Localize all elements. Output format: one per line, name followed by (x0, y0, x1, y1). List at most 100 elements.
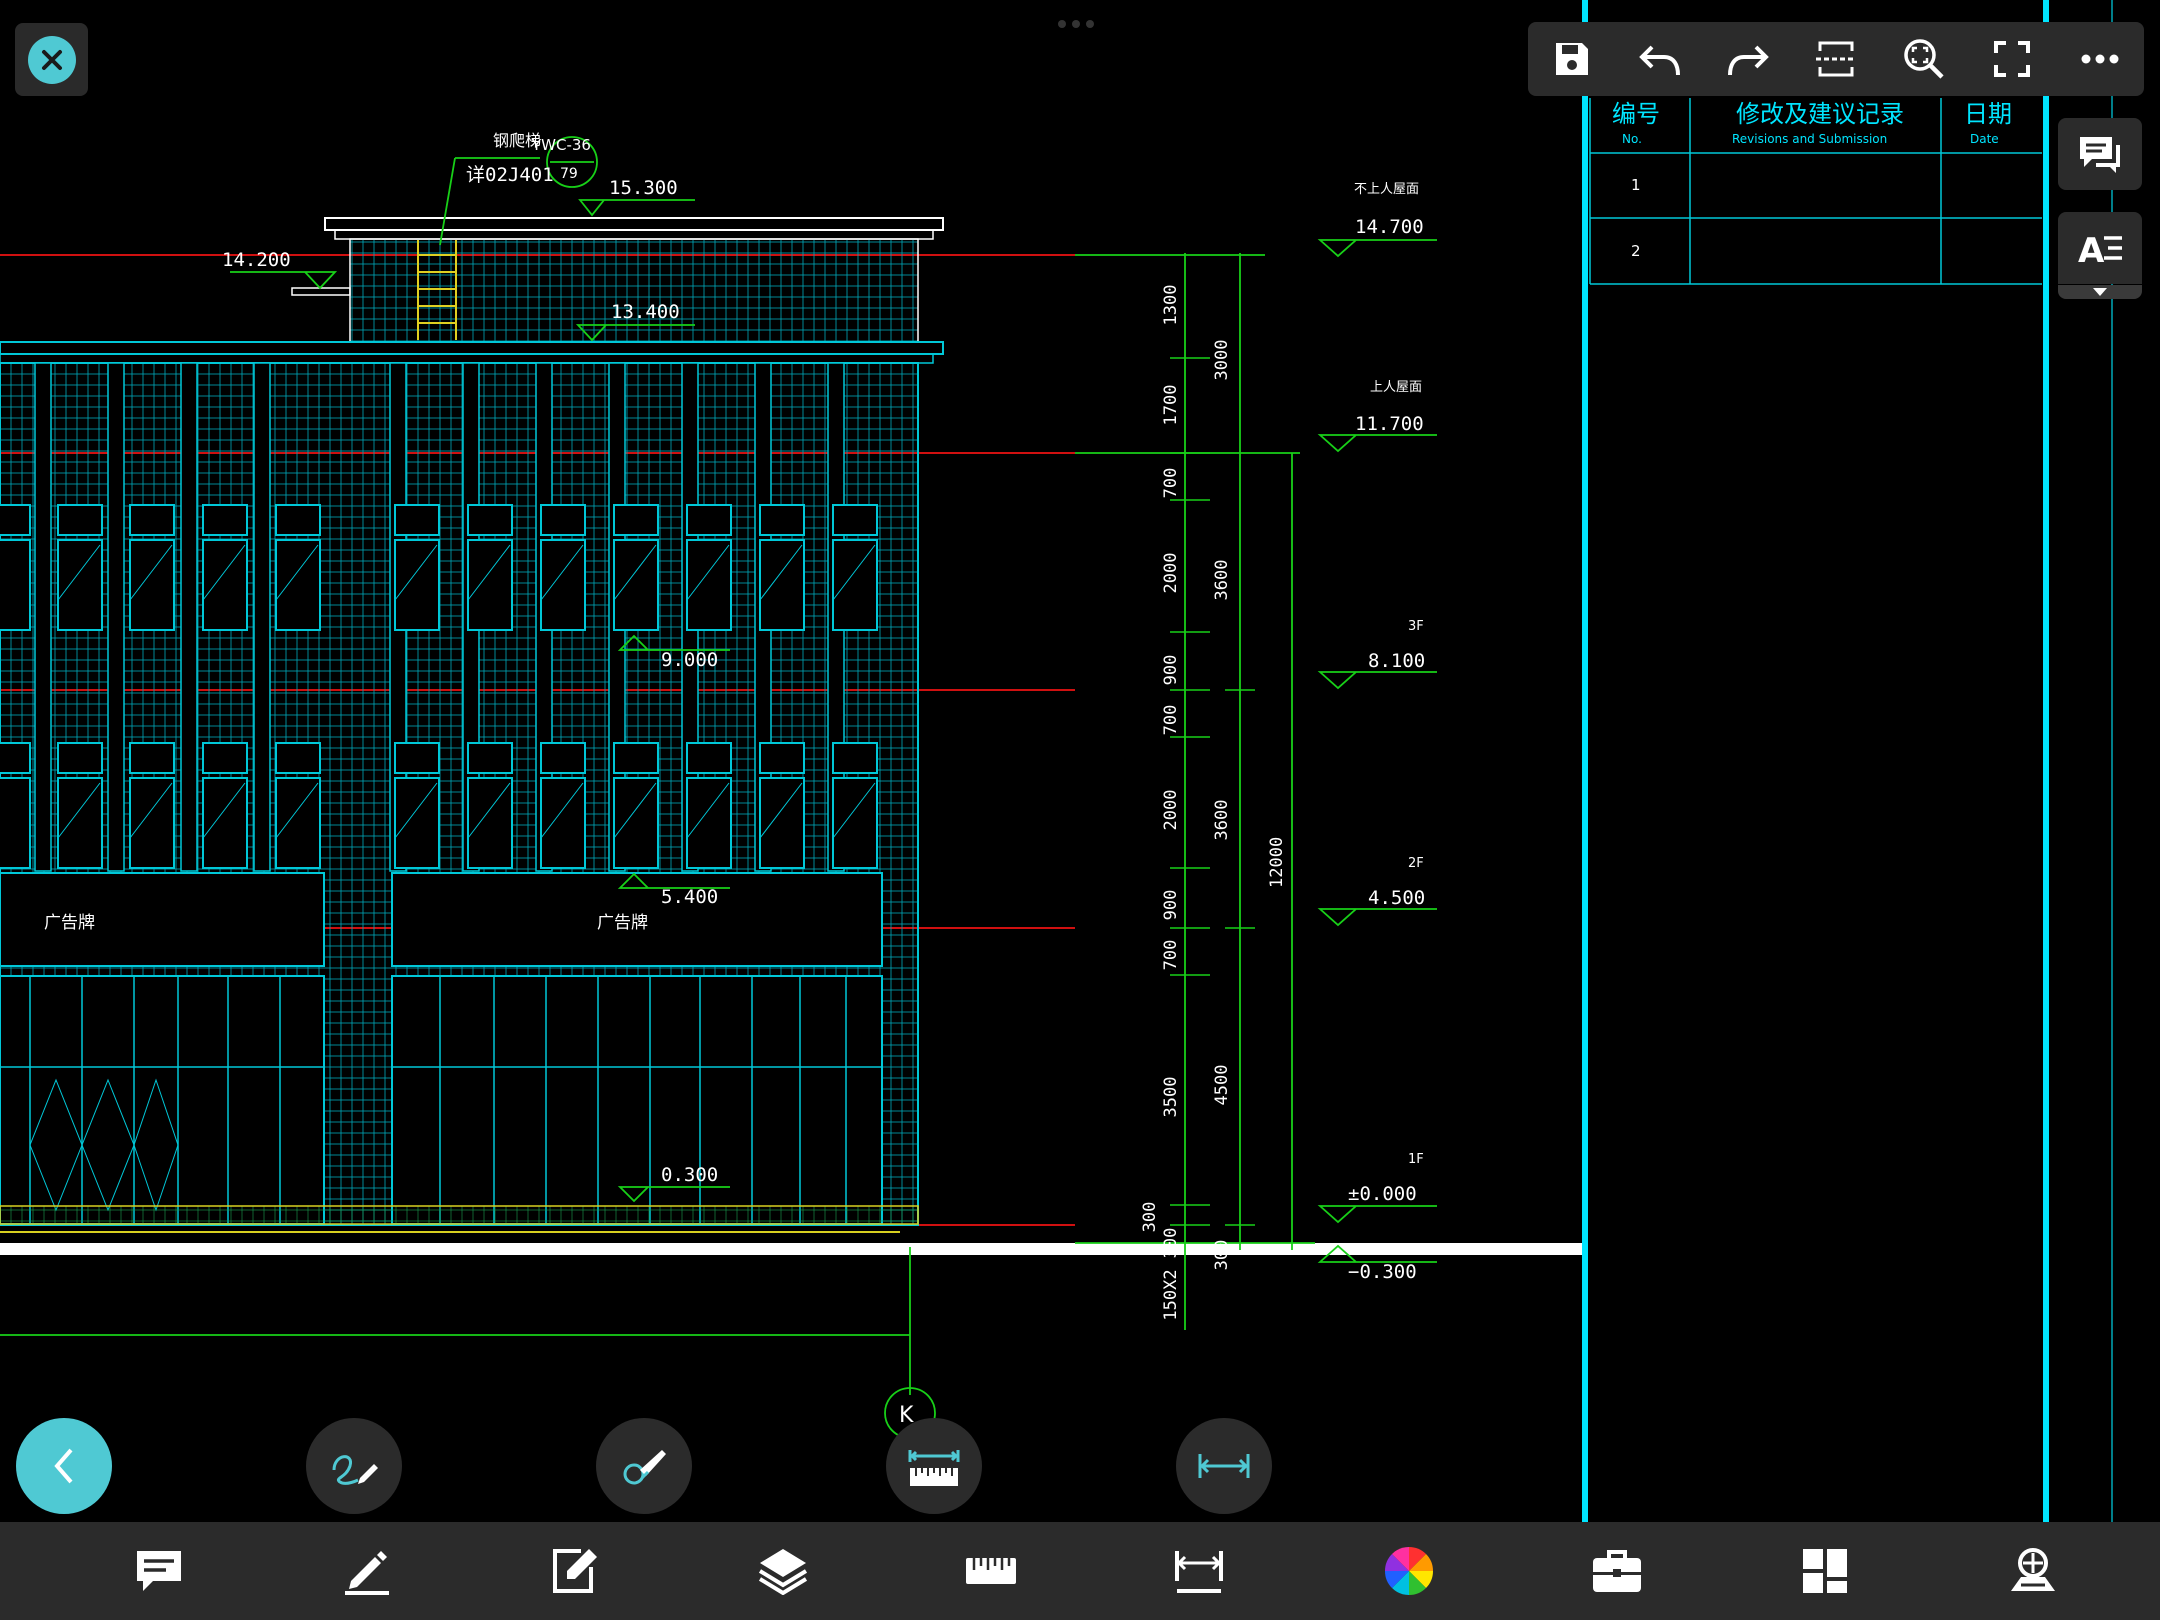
label-billboard-left: 广告牌 (44, 913, 95, 933)
dim-left-label: 1300 (1161, 285, 1181, 326)
dimension-icon (1198, 1454, 1250, 1478)
rev-col-rev: 修改及建议记录 (1736, 100, 1904, 128)
dimension-column-left: 1300 1700 700 2000 900 700 2000 900 700 3500 30030… (1140, 285, 1181, 1321)
dim-total: 12000 (1267, 837, 1287, 888)
dim-left-label: 900 (1161, 890, 1181, 921)
elev-14700: 14.700 (1355, 216, 1424, 238)
sketch-button[interactable] (306, 1418, 402, 1514)
bottom-toolbox-button[interactable] (1582, 1536, 1652, 1606)
close-button[interactable] (15, 23, 88, 96)
label-billboard-right: 广告牌 (597, 913, 648, 933)
label-no-roof: 不上人屋面 (1354, 182, 1419, 197)
view-icon (2011, 1548, 2055, 1591)
elev-4500: 4.500 (1368, 887, 1425, 909)
dimension-button[interactable] (1176, 1418, 1272, 1514)
top-toolbar (1528, 22, 2144, 96)
dim-left-label: 700 (1161, 940, 1181, 971)
drag-handle[interactable] (1058, 20, 1100, 30)
elev-ground: 0.300 (661, 1164, 718, 1186)
label-1f: 1F (1408, 1152, 1424, 1167)
section-button[interactable] (1806, 29, 1866, 89)
rev-col-no: 编号 (1612, 100, 1660, 128)
back-button[interactable] (16, 1418, 112, 1514)
dim-mid-label: 4500 (1212, 1065, 1232, 1106)
label-2f: 2F (1408, 856, 1424, 871)
redo-icon (1728, 45, 1769, 76)
label-ladder-code: YWC-36 (531, 136, 591, 154)
text-style-button[interactable]: A (2058, 212, 2142, 284)
dimension-column-mid: 3000 3600 3600 4500 300 (1212, 340, 1232, 1271)
measure-ruler-icon (908, 1450, 960, 1486)
elev-neg300: −0.300 (1348, 1261, 1417, 1283)
sketch-icon (332, 1455, 378, 1485)
more-button[interactable] (2070, 29, 2130, 89)
pen-icon (345, 1551, 389, 1595)
rev-col-no-en: No. (1622, 132, 1642, 146)
brush-icon (623, 1450, 666, 1485)
dim-mid-label: 3600 (1212, 800, 1232, 841)
color-wheel-icon (1384, 1546, 1434, 1596)
dim-left-label: 2000 (1161, 553, 1181, 594)
ruler-icon (966, 1558, 1016, 1584)
close-icon (27, 35, 76, 84)
comment-icon (137, 1551, 181, 1591)
zoom-extents-icon (1904, 39, 1944, 79)
bottom-layers-button[interactable] (748, 1536, 818, 1606)
building-facade (0, 217, 944, 1233)
bottom-view-button[interactable] (1998, 1536, 2068, 1606)
elev-parapet: 14.200 (222, 249, 291, 271)
label-ladder-page: 79 (560, 166, 578, 182)
elev-11700: 11.700 (1355, 413, 1424, 435)
bottom-layout-button[interactable] (1790, 1536, 1860, 1606)
svg-text:A: A (2078, 231, 2105, 268)
cad-drawing-canvas[interactable]: 15.300 14.200 13.400 9.000 5.400 0.300 1… (0, 0, 2160, 1620)
fullscreen-button[interactable] (1982, 29, 2042, 89)
dim-left-label: 700 (1161, 468, 1181, 499)
elev-8100: 8.100 (1368, 650, 1425, 672)
rev-row-1: 1 (1631, 176, 1641, 194)
bottom-pen-button[interactable] (332, 1536, 402, 1606)
redo-button[interactable] (1718, 29, 1778, 89)
bottom-edit-button[interactable] (540, 1536, 610, 1606)
elev-roof-mid: 13.400 (611, 301, 680, 323)
label-3f: 3F (1408, 619, 1424, 634)
dim-mid-label: 3000 (1212, 340, 1232, 381)
dim-left-label: 300 (1161, 1228, 1181, 1259)
elev-floor2: 5.400 (661, 886, 718, 908)
section-icon (1816, 41, 1856, 77)
rev-col-rev-en: Revisions and Submission (1732, 132, 1887, 146)
dimension-icon (1175, 1551, 1223, 1593)
back-icon (54, 1448, 73, 1484)
dim-left-label: 2000 (1161, 790, 1181, 831)
label-roof-access: 上人屋面 (1370, 380, 1422, 395)
save-button[interactable] (1542, 29, 1602, 89)
comments-icon (2080, 137, 2120, 173)
undo-button[interactable] (1630, 29, 1690, 89)
bottom-color-button[interactable] (1374, 1536, 1444, 1606)
layers-icon (758, 1549, 808, 1595)
rev-row-2: 2 (1631, 242, 1641, 260)
dim-left-label: 3500 (1161, 1077, 1181, 1118)
zoom-extents-button[interactable] (1894, 29, 1954, 89)
bottom-comment-button[interactable] (124, 1536, 194, 1606)
dim-left-label: 1700 (1161, 385, 1181, 426)
brush-button[interactable] (596, 1418, 692, 1514)
undo-icon (1639, 45, 1680, 76)
dim-left-label: 900 (1161, 655, 1181, 686)
bottom-dimension-button[interactable] (1164, 1536, 1234, 1606)
more-icon (2081, 54, 2119, 64)
title-block-frame (1582, 0, 2113, 1522)
elev-0000: ±0.000 (1348, 1183, 1417, 1205)
elev-floor3: 9.000 (661, 649, 718, 671)
rev-col-date: 日期 (1964, 100, 2012, 128)
fullscreen-icon (1994, 41, 2030, 77)
edit-icon (553, 1549, 597, 1593)
dim-mid-label: 3600 (1212, 560, 1232, 601)
comments-button[interactable] (2058, 118, 2142, 190)
bottom-ruler-button[interactable] (956, 1536, 1026, 1606)
rev-col-date-en: Date (1970, 132, 1999, 146)
measure-ruler-button[interactable] (886, 1418, 982, 1514)
side-panel-expand[interactable] (2058, 285, 2142, 299)
toolbox-icon (1593, 1550, 1641, 1592)
elev-roof-top: 15.300 (609, 177, 678, 199)
